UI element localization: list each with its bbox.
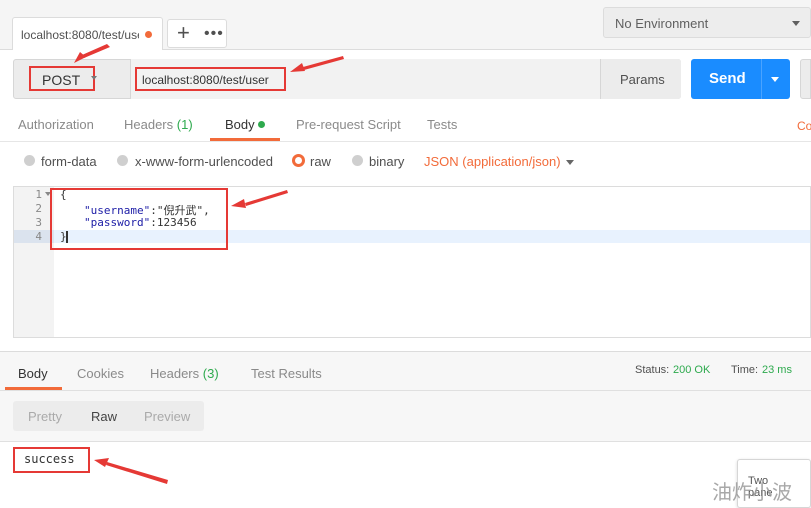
tab-headers[interactable]: Headers (1): [124, 117, 193, 132]
cookies-link-edge[interactable]: Co: [797, 119, 811, 133]
params-label: Params: [620, 72, 665, 87]
resp-tab-headers-label: Headers: [150, 366, 200, 381]
method-label: POST: [42, 72, 81, 88]
plus-icon[interactable]: +: [177, 21, 190, 45]
tab-headers-label: Headers: [124, 117, 174, 132]
unsaved-dot-icon: [145, 31, 152, 38]
resp-tab-headers[interactable]: Headers (3): [150, 366, 219, 381]
method-select[interactable]: POST: [29, 66, 95, 91]
status-label: Status:: [635, 364, 670, 376]
line-number: 3: [35, 216, 42, 229]
url-text: localhost:8080/test/user: [142, 73, 269, 87]
resp-tab-cookies[interactable]: Cookies: [77, 366, 124, 381]
send-divider: [761, 59, 762, 99]
send-label: Send: [709, 70, 746, 87]
tab-headers-count: (1): [176, 117, 193, 132]
resp-tab-test-results[interactable]: Test Results: [251, 366, 322, 381]
tab-pre-request-script[interactable]: Pre-request Script: [296, 117, 401, 132]
response-text-highlight: success: [13, 447, 90, 473]
response-text: success: [24, 452, 75, 466]
divider: [0, 390, 811, 391]
more-dots-icon[interactable]: •••: [204, 22, 224, 46]
label-raw: raw: [310, 154, 331, 169]
radio-form-data[interactable]: [24, 155, 35, 166]
view-preview-button[interactable]: Preview: [144, 409, 190, 424]
view-raw-button[interactable]: Raw: [91, 409, 117, 424]
resp-tab-body[interactable]: Body: [18, 366, 48, 381]
label-urlencoded: x-www-form-urlencoded: [135, 154, 273, 169]
save-button-edge[interactable]: [800, 59, 811, 99]
radio-binary[interactable]: [352, 155, 363, 166]
line-number: 4: [35, 230, 42, 243]
radio-raw[interactable]: [292, 154, 305, 167]
tab-body-label: Body: [225, 117, 255, 132]
view-mode-group: Pretty Raw Preview: [13, 401, 204, 431]
chevron-down-icon: [792, 21, 800, 26]
status-value: 200 OK: [673, 364, 711, 376]
radio-urlencoded[interactable]: [117, 155, 128, 166]
send-chevron-icon[interactable]: [771, 77, 779, 82]
body-indicator-dot-icon: [257, 121, 265, 128]
code-highlight-box: [50, 188, 228, 250]
response-body: [0, 441, 811, 508]
label-binary: binary: [369, 154, 405, 169]
line-number: 2: [35, 202, 42, 215]
label-form-data: form-data: [41, 154, 97, 169]
view-pretty-button[interactable]: Pretty: [28, 409, 62, 424]
request-tab[interactable]: localhost:8080/test/user: [12, 17, 163, 50]
params-button[interactable]: Params: [600, 59, 681, 99]
line-number: 1: [35, 188, 42, 201]
environment-label: No Environment: [615, 16, 709, 31]
time-label: Time:: [731, 364, 759, 376]
content-type-select[interactable]: JSON (application/json): [424, 154, 561, 169]
resp-tab-headers-count: (3): [202, 366, 219, 381]
environment-select[interactable]: No Environment: [603, 7, 811, 38]
request-tab-label: localhost:8080/test/user: [21, 28, 139, 42]
tab-body[interactable]: Body: [225, 117, 265, 132]
tab-authorization[interactable]: Authorization: [18, 117, 94, 132]
tab-actions: + •••: [167, 19, 227, 48]
tab-tests[interactable]: Tests: [427, 117, 457, 132]
content-type-chevron-icon: [566, 160, 574, 165]
divider: [0, 141, 811, 142]
url-highlight[interactable]: localhost:8080/test/user: [135, 67, 286, 91]
time-value: 23 ms: [762, 364, 792, 376]
watermark: 油炸小波: [712, 480, 792, 504]
send-button[interactable]: Send: [691, 59, 790, 99]
method-chevron-icon: [91, 76, 97, 80]
